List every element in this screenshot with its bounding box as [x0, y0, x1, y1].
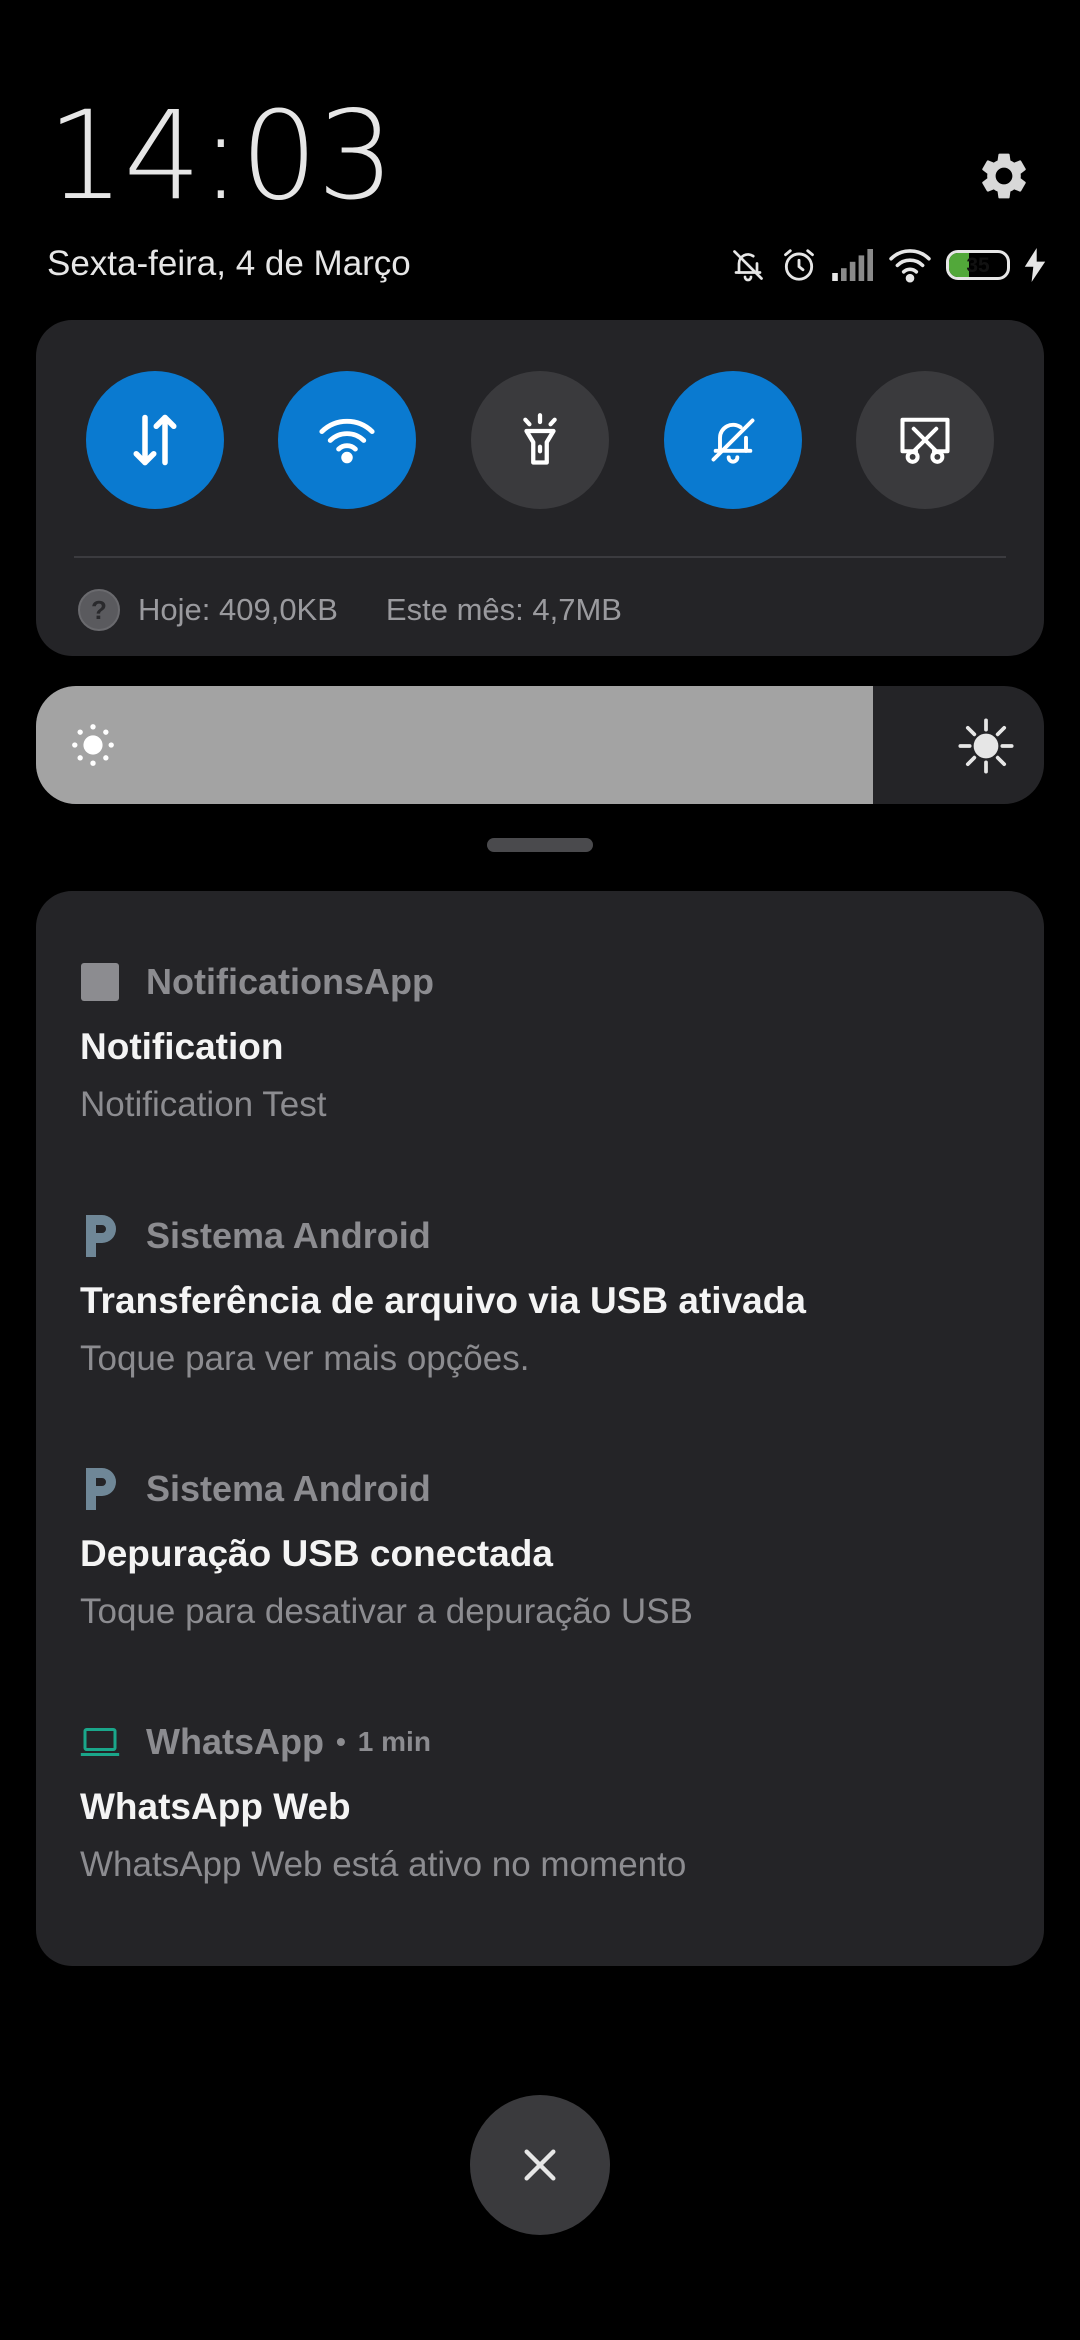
notification-item[interactable]: Sistema Android Depuração USB conectada …	[80, 1464, 1010, 1634]
wifi-icon	[319, 418, 375, 464]
screenshot-toggle[interactable]	[856, 371, 994, 509]
data-usage[interactable]: ? Hoje: 409,0KB Este mês: 4,7MB	[78, 585, 622, 635]
notification-text: WhatsApp Web está ativo no momento	[80, 1845, 687, 1884]
brightness-high-icon	[958, 718, 1014, 774]
settings-button[interactable]	[972, 144, 1036, 208]
brightness-low-icon	[72, 724, 114, 766]
notification-text: Toque para desativar a depuração USB	[80, 1592, 693, 1631]
mobile-data-icon	[133, 414, 177, 466]
wifi-toggle[interactable]	[278, 371, 416, 509]
notification-app-name: NotificationsApp	[146, 961, 434, 1002]
usage-today: Hoje: 409,0KB	[138, 592, 338, 627]
bell-off-icon	[730, 247, 766, 283]
notification-title: Notification	[80, 1026, 284, 1067]
drag-handle[interactable]	[487, 838, 593, 852]
close-icon	[524, 2149, 556, 2181]
notification-time: 1 min	[357, 1726, 431, 1757]
mobile-data-toggle[interactable]	[86, 371, 224, 509]
notification-app-name: WhatsApp	[146, 1721, 324, 1762]
clear-all-button[interactable]	[470, 2095, 610, 2235]
charging-icon	[1024, 248, 1046, 282]
notification-app-name: Sistema Android	[146, 1215, 431, 1256]
android-system-icon	[80, 1215, 120, 1257]
notification-text: Notification Test	[80, 1085, 327, 1124]
notification-separator: •	[335, 1726, 346, 1757]
wifi-icon	[888, 247, 932, 283]
notification-title: Transferência de arquivo via USB ativada	[80, 1280, 806, 1321]
notification-text: Toque para ver mais opções.	[80, 1339, 530, 1378]
notifications-panel: NotificationsApp Notification Notificati…	[36, 891, 1044, 1966]
notification-item[interactable]: WhatsApp • 1 min WhatsApp Web WhatsApp W…	[80, 1717, 1010, 1887]
laptop-icon	[80, 1722, 120, 1762]
quick-settings-divider	[74, 556, 1006, 558]
flashlight-toggle[interactable]	[471, 371, 609, 509]
notification-shade: 14:03 Sexta-feira, 4 de Março 35 ? Hoje:…	[0, 0, 1080, 2340]
app-square-icon	[80, 962, 120, 1002]
mute-toggle[interactable]	[664, 371, 802, 509]
date[interactable]: Sexta-feira, 4 de Março	[47, 244, 411, 284]
mute-icon	[711, 418, 755, 464]
signal-icon	[832, 249, 874, 281]
notification-title: Depuração USB conectada	[80, 1533, 553, 1574]
battery-icon: 35	[946, 250, 1010, 280]
quick-settings-panel: ? Hoje: 409,0KB Este mês: 4,7MB	[36, 320, 1044, 656]
alarm-icon	[780, 246, 818, 284]
brightness-slider[interactable]	[36, 686, 1044, 804]
battery-level: 35	[966, 253, 990, 277]
notification-app-name: Sistema Android	[146, 1468, 431, 1509]
clock[interactable]: 14:03	[47, 95, 395, 217]
status-icons: 35	[730, 240, 1046, 290]
notification-title: WhatsApp Web	[80, 1786, 351, 1827]
android-system-icon	[80, 1468, 120, 1510]
screenshot-icon	[900, 417, 950, 464]
usage-month: Este mês: 4,7MB	[385, 592, 622, 627]
gear-icon	[982, 153, 1026, 199]
notification-item[interactable]: NotificationsApp Notification Notificati…	[80, 957, 1010, 1127]
help-icon: ?	[78, 589, 120, 631]
notification-item[interactable]: Sistema Android Transferência de arquivo…	[80, 1211, 1010, 1381]
flashlight-icon	[523, 413, 557, 465]
brightness-fill	[36, 686, 873, 804]
